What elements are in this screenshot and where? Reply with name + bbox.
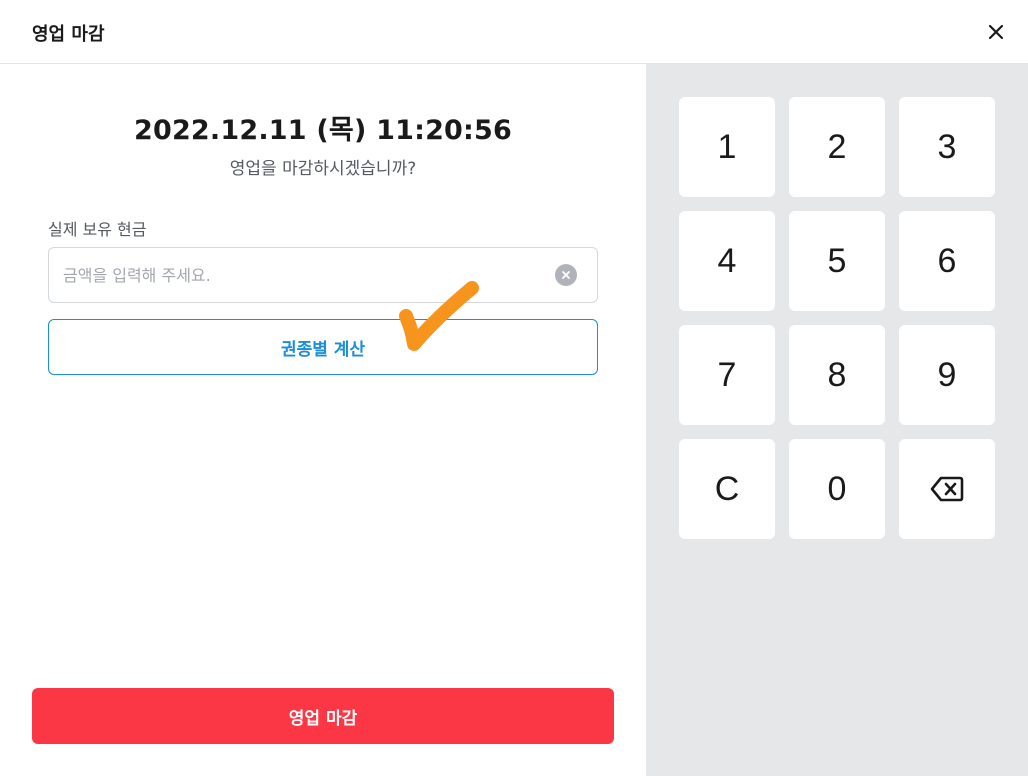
cash-amount-label: 실제 보유 현금 [48,220,147,239]
modal-title: 영업 마감 [32,24,105,45]
cash-amount-field[interactable] [48,247,598,303]
key-0[interactable]: 0 [789,439,885,539]
keypad-panel: 1 2 3 4 5 6 7 8 9 C 0 [646,64,1028,776]
close-icon[interactable] [984,20,1008,44]
close-business-button[interactable]: 영업 마감 [32,688,614,744]
form-panel: 2022.12.11 (목) 11:20:56 영업을 마감하시겠습니까? 실제… [0,64,646,776]
key-3[interactable]: 3 [899,97,995,197]
cash-amount-input[interactable] [63,248,543,302]
modal-header: 영업 마감 [0,0,1028,64]
key-6[interactable]: 6 [899,211,995,311]
current-datetime: 2022.12.11 (목) 11:20:56 [133,115,513,146]
key-4[interactable]: 4 [679,211,775,311]
numeric-keypad: 1 2 3 4 5 6 7 8 9 C 0 [679,97,995,539]
key-1[interactable]: 1 [679,97,775,197]
key-7[interactable]: 7 [679,325,775,425]
key-clear[interactable]: C [679,439,775,539]
denomination-calc-button[interactable]: 권종별 계산 [48,319,598,375]
key-5[interactable]: 5 [789,211,885,311]
close-business-modal: 영업 마감 2022.12.11 (목) 11:20:56 영업을 마감하시겠습… [0,0,1028,776]
clear-circle-icon[interactable] [555,264,577,286]
backspace-icon [930,476,964,502]
backspace-key[interactable] [899,439,995,539]
key-8[interactable]: 8 [789,325,885,425]
confirm-question: 영업을 마감하시겠습니까? [229,159,417,179]
key-9[interactable]: 9 [899,325,995,425]
key-2[interactable]: 2 [789,97,885,197]
